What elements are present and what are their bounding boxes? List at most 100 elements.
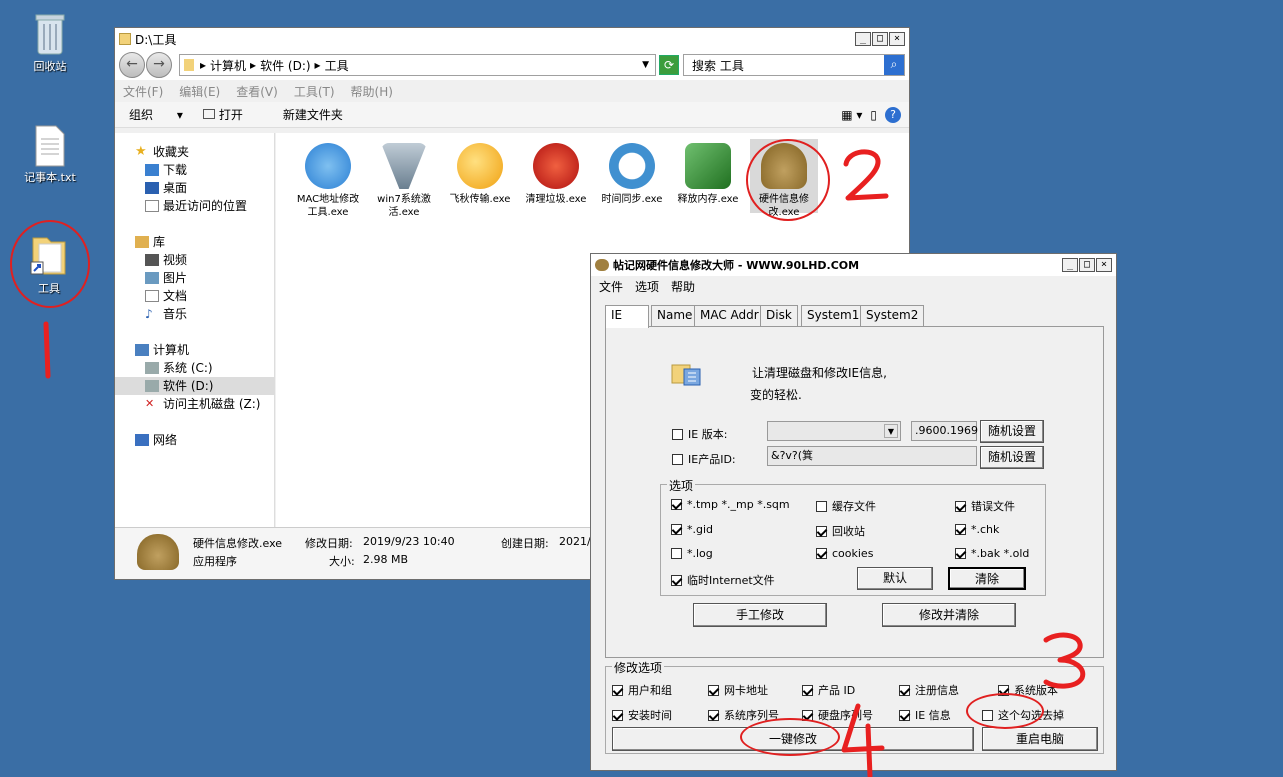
option-item[interactable]: 临时Internet文件 <box>671 572 775 588</box>
option-checkbox[interactable] <box>671 574 682 586</box>
option-item[interactable]: cookies <box>816 547 873 560</box>
file-item[interactable]: 清理垃圾.exe <box>522 143 590 206</box>
clear-button[interactable]: 清除 <box>948 567 1026 590</box>
new-folder-button[interactable]: 新建文件夹 <box>283 106 343 123</box>
option-item[interactable]: *.gid <box>671 523 713 536</box>
nav-downloads[interactable]: 下载 <box>135 161 274 179</box>
option-checkbox[interactable] <box>671 524 682 535</box>
modify-option-checkbox[interactable] <box>708 684 719 696</box>
nav-recent[interactable]: 最近访问的位置 <box>135 197 274 215</box>
ie-product-field[interactable]: &?v?(箕 <box>767 446 977 466</box>
option-item[interactable]: *.tmp *._mp *.sqm <box>671 498 790 511</box>
modify-option-item[interactable]: 安装时间 <box>612 707 672 723</box>
breadcrumb-item[interactable]: 计算机 <box>210 57 246 74</box>
manual-modify-button[interactable]: 手工修改 <box>693 603 827 627</box>
view-options-icon[interactable]: ▦ ▾ <box>841 108 862 122</box>
nav-music[interactable]: ♪ 音乐 <box>135 305 274 323</box>
ie-version-checkbox[interactable] <box>672 428 683 440</box>
nav-desktop[interactable]: 桌面 <box>135 179 274 197</box>
nav-documents[interactable]: 文档 <box>135 287 274 305</box>
file-item[interactable]: MAC地址修改工具.exe <box>294 143 362 219</box>
tool-menu-help[interactable]: 帮助 <box>671 278 695 295</box>
modify-option-checkbox[interactable] <box>802 684 813 696</box>
forward-button[interactable]: → <box>146 52 172 78</box>
close-button[interactable]: × <box>889 32 905 46</box>
file-item[interactable]: win7系统激活.exe <box>370 143 438 219</box>
file-item[interactable]: 时间同步.exe <box>598 143 666 206</box>
option-checkbox[interactable] <box>671 548 682 559</box>
minimize-button[interactable]: _ <box>855 32 871 46</box>
nav-drive-z[interactable]: ✕ 访问主机磁盘 (Z:) <box>135 395 274 413</box>
tool-menu-file[interactable]: 文件 <box>599 278 623 295</box>
tab-ie[interactable]: IE <box>605 305 649 328</box>
menu-view[interactable]: 查看(V) <box>236 83 278 100</box>
refresh-button[interactable]: ⟳ <box>659 55 679 75</box>
option-checkbox[interactable] <box>955 524 966 535</box>
menu-file[interactable]: 文件(F) <box>123 83 163 100</box>
nav-drive-d[interactable]: 软件 (D:) <box>115 377 275 395</box>
ie-version-select[interactable]: ▼ <box>767 421 901 441</box>
nav-pictures[interactable]: 图片 <box>135 269 274 287</box>
breadcrumb-item[interactable]: 软件 (D:) <box>260 57 310 74</box>
nav-libraries[interactable]: 库 <box>135 233 274 251</box>
maximize-button[interactable]: □ <box>872 32 888 46</box>
tab-system1[interactable]: System1 <box>801 305 866 326</box>
nav-network[interactable]: 网络 <box>135 431 274 449</box>
modify-option-item[interactable]: 注册信息 <box>899 682 959 698</box>
random-product-button[interactable]: 随机设置 <box>980 446 1044 469</box>
modify-option-checkbox[interactable] <box>612 709 623 721</box>
modify-option-item[interactable]: IE 信息 <box>899 707 951 723</box>
tool-menu-options[interactable]: 选项 <box>635 278 659 295</box>
menu-tools[interactable]: 工具(T) <box>294 83 335 100</box>
desktop-recycle-bin[interactable]: 回收站 <box>15 10 85 74</box>
option-item[interactable]: 缓存文件 <box>816 498 876 514</box>
organize-button[interactable]: 组织 ▾ <box>129 106 183 123</box>
reboot-button[interactable]: 重启电脑 <box>982 727 1098 751</box>
nav-drive-c[interactable]: 系统 (C:) <box>135 359 274 377</box>
modify-option-checkbox[interactable] <box>899 684 910 696</box>
modify-option-item[interactable]: 用户和组 <box>612 682 672 698</box>
option-item[interactable]: 错误文件 <box>955 498 1015 514</box>
option-item[interactable]: *.log <box>671 547 713 560</box>
nav-videos[interactable]: 视频 <box>135 251 274 269</box>
ie-version-field[interactable]: .9600.1969 <box>911 421 978 441</box>
default-button[interactable]: 默认 <box>857 567 933 590</box>
address-field[interactable]: ▸ 计算机 ▸ 软件 (D:) ▸ 工具 ▼ <box>179 54 656 76</box>
modify-and-clear-button[interactable]: 修改并清除 <box>882 603 1016 627</box>
option-item[interactable]: *.bak *.old <box>955 547 1029 560</box>
maximize-button[interactable]: □ <box>1079 258 1095 272</box>
tab-system2[interactable]: System2 <box>860 305 925 326</box>
menu-edit[interactable]: 编辑(E) <box>179 83 220 100</box>
modify-option-checkbox[interactable] <box>708 709 719 721</box>
ie-product-checkbox[interactable] <box>672 453 683 465</box>
search-icon[interactable]: ⌕ <box>884 55 904 75</box>
file-item[interactable]: 飞秋传输.exe <box>446 143 514 206</box>
tool-titlebar[interactable]: 帖记网硬件信息修改大师 - WWW.90LHD.COM _ □ × <box>591 254 1116 276</box>
option-checkbox[interactable] <box>955 548 966 559</box>
breadcrumb-item[interactable]: 工具 <box>325 57 349 74</box>
explorer-titlebar[interactable]: D:\工具 _ □ × <box>115 28 909 50</box>
desktop-notepad-file[interactable]: 记事本.txt <box>15 125 85 185</box>
option-checkbox[interactable] <box>671 499 682 510</box>
option-item[interactable]: 回收站 <box>816 523 865 539</box>
file-item[interactable]: 释放内存.exe <box>674 143 742 206</box>
modify-option-checkbox[interactable] <box>612 684 623 696</box>
tab-name[interactable]: Name <box>651 305 699 326</box>
option-item[interactable]: *.chk <box>955 523 999 536</box>
modify-option-item[interactable]: 网卡地址 <box>708 682 768 698</box>
chevron-down-icon[interactable]: ▼ <box>642 60 649 70</box>
option-checkbox[interactable] <box>816 525 827 537</box>
help-icon[interactable]: ? <box>885 106 901 123</box>
random-version-button[interactable]: 随机设置 <box>980 420 1044 443</box>
modify-option-checkbox[interactable] <box>899 709 910 721</box>
option-checkbox[interactable] <box>816 548 827 559</box>
search-input[interactable]: 搜索 工具 ⌕ <box>683 54 905 76</box>
modify-option-item[interactable]: 产品 ID <box>802 682 855 698</box>
tab-mac-addr[interactable]: MAC Addr <box>694 305 765 326</box>
open-button[interactable]: 打开 <box>202 106 263 123</box>
nav-favorites[interactable]: ★ 收藏夹 <box>135 143 274 161</box>
option-checkbox[interactable] <box>816 500 827 512</box>
close-button[interactable]: × <box>1096 258 1112 272</box>
option-checkbox[interactable] <box>955 500 966 512</box>
nav-computer[interactable]: 计算机 <box>135 341 274 359</box>
